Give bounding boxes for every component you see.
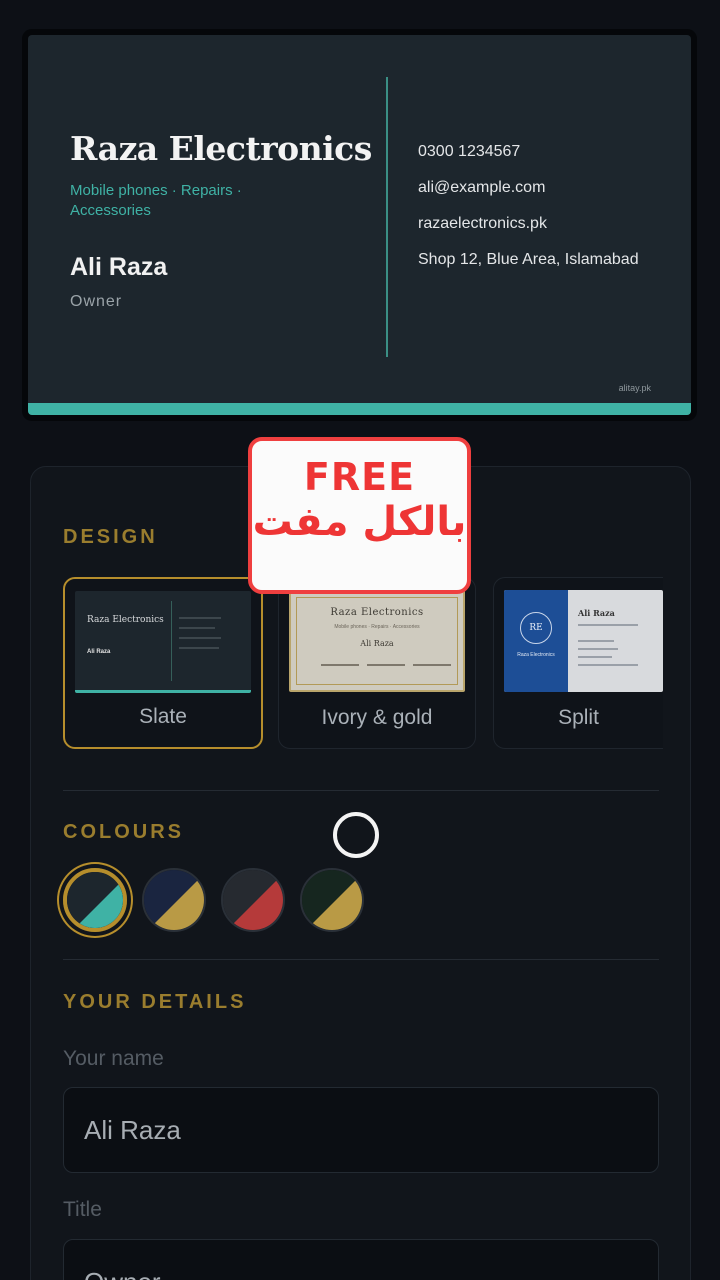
name-field-label: Your name [63,1047,164,1070]
thumb-subtitle: Mobile phones · Repairs · Accessories [334,624,420,630]
thumb-name: Ali Raza [87,649,111,655]
card-person-name: Ali Raza [70,253,168,281]
divider [63,790,659,791]
card-contact-column: 0300 1234567 ali@example.com razaelectro… [418,141,668,285]
sticker-free-text: FREE [303,455,416,499]
design-option-ivory-gold[interactable]: Raza Electronics Mobile phones · Repairs… [278,577,476,749]
design-label-ivory-gold: Ivory & gold [321,706,433,729]
card-tagline: Mobile phones · Repairs · Accessories [70,182,242,219]
name-input[interactable]: Ali Raza [63,1087,659,1173]
card-left-column: Raza Electronics Mobile phones · Repairs… [70,35,372,415]
colour-swatch-navy-gold[interactable] [142,868,206,932]
card-divider [386,77,388,357]
design-thumb-ivory-gold: Raza Electronics Mobile phones · Repairs… [289,590,465,692]
colour-swatch-charcoal-red[interactable] [221,868,285,932]
card-accent-bar [28,403,691,415]
design-label-split: Split [558,706,599,729]
design-label-slate: Slate [139,705,187,728]
business-card-preview: Raza Electronics Mobile phones · Repairs… [28,35,691,415]
card-website: razaelectronics.pk [418,215,547,232]
design-heading: DESIGN [63,526,158,548]
thumb-name: Ali Raza [360,639,394,648]
design-thumb-split: RE Raza Electronics Ali Raza [504,590,663,692]
card-person-title: Owner [70,293,123,310]
colours-heading: COLOURS [63,821,184,843]
divider [63,959,659,960]
card-watermark: alitay.pk [618,383,651,393]
title-field-label: Title [63,1198,102,1221]
design-option-slate[interactable]: Raza Electronics Ali Raza Slate [63,577,263,749]
card-phone: 0300 1234567 [418,143,521,160]
free-sticker: FREE بالکل مفت [248,437,471,594]
thumb-initials: RE [520,612,552,644]
sticker-urdu-text: بالکل مفت [252,499,467,545]
details-heading: YOUR DETAILS [63,991,247,1013]
design-thumb-slate: Raza Electronics Ali Raza [75,591,251,693]
card-business-name: Raza Electronics [70,129,372,168]
card-email: ali@example.com [418,179,546,196]
colour-swatch-slate-teal[interactable] [63,868,127,932]
thumb-biz: Raza Electronics [517,652,555,658]
thumb-title: Raza Electronics [330,607,424,618]
design-option-split[interactable]: RE Raza Electronics Ali Raza Split [493,577,663,749]
touch-indicator [333,812,379,858]
thumb-title: Raza Electronics [87,615,164,625]
colour-swatch-forest-gold[interactable] [300,868,364,932]
thumb-name: Ali Raza [578,608,615,618]
title-input[interactable]: Owner [63,1239,659,1280]
card-address: Shop 12, Blue Area, Islamabad [418,251,639,268]
